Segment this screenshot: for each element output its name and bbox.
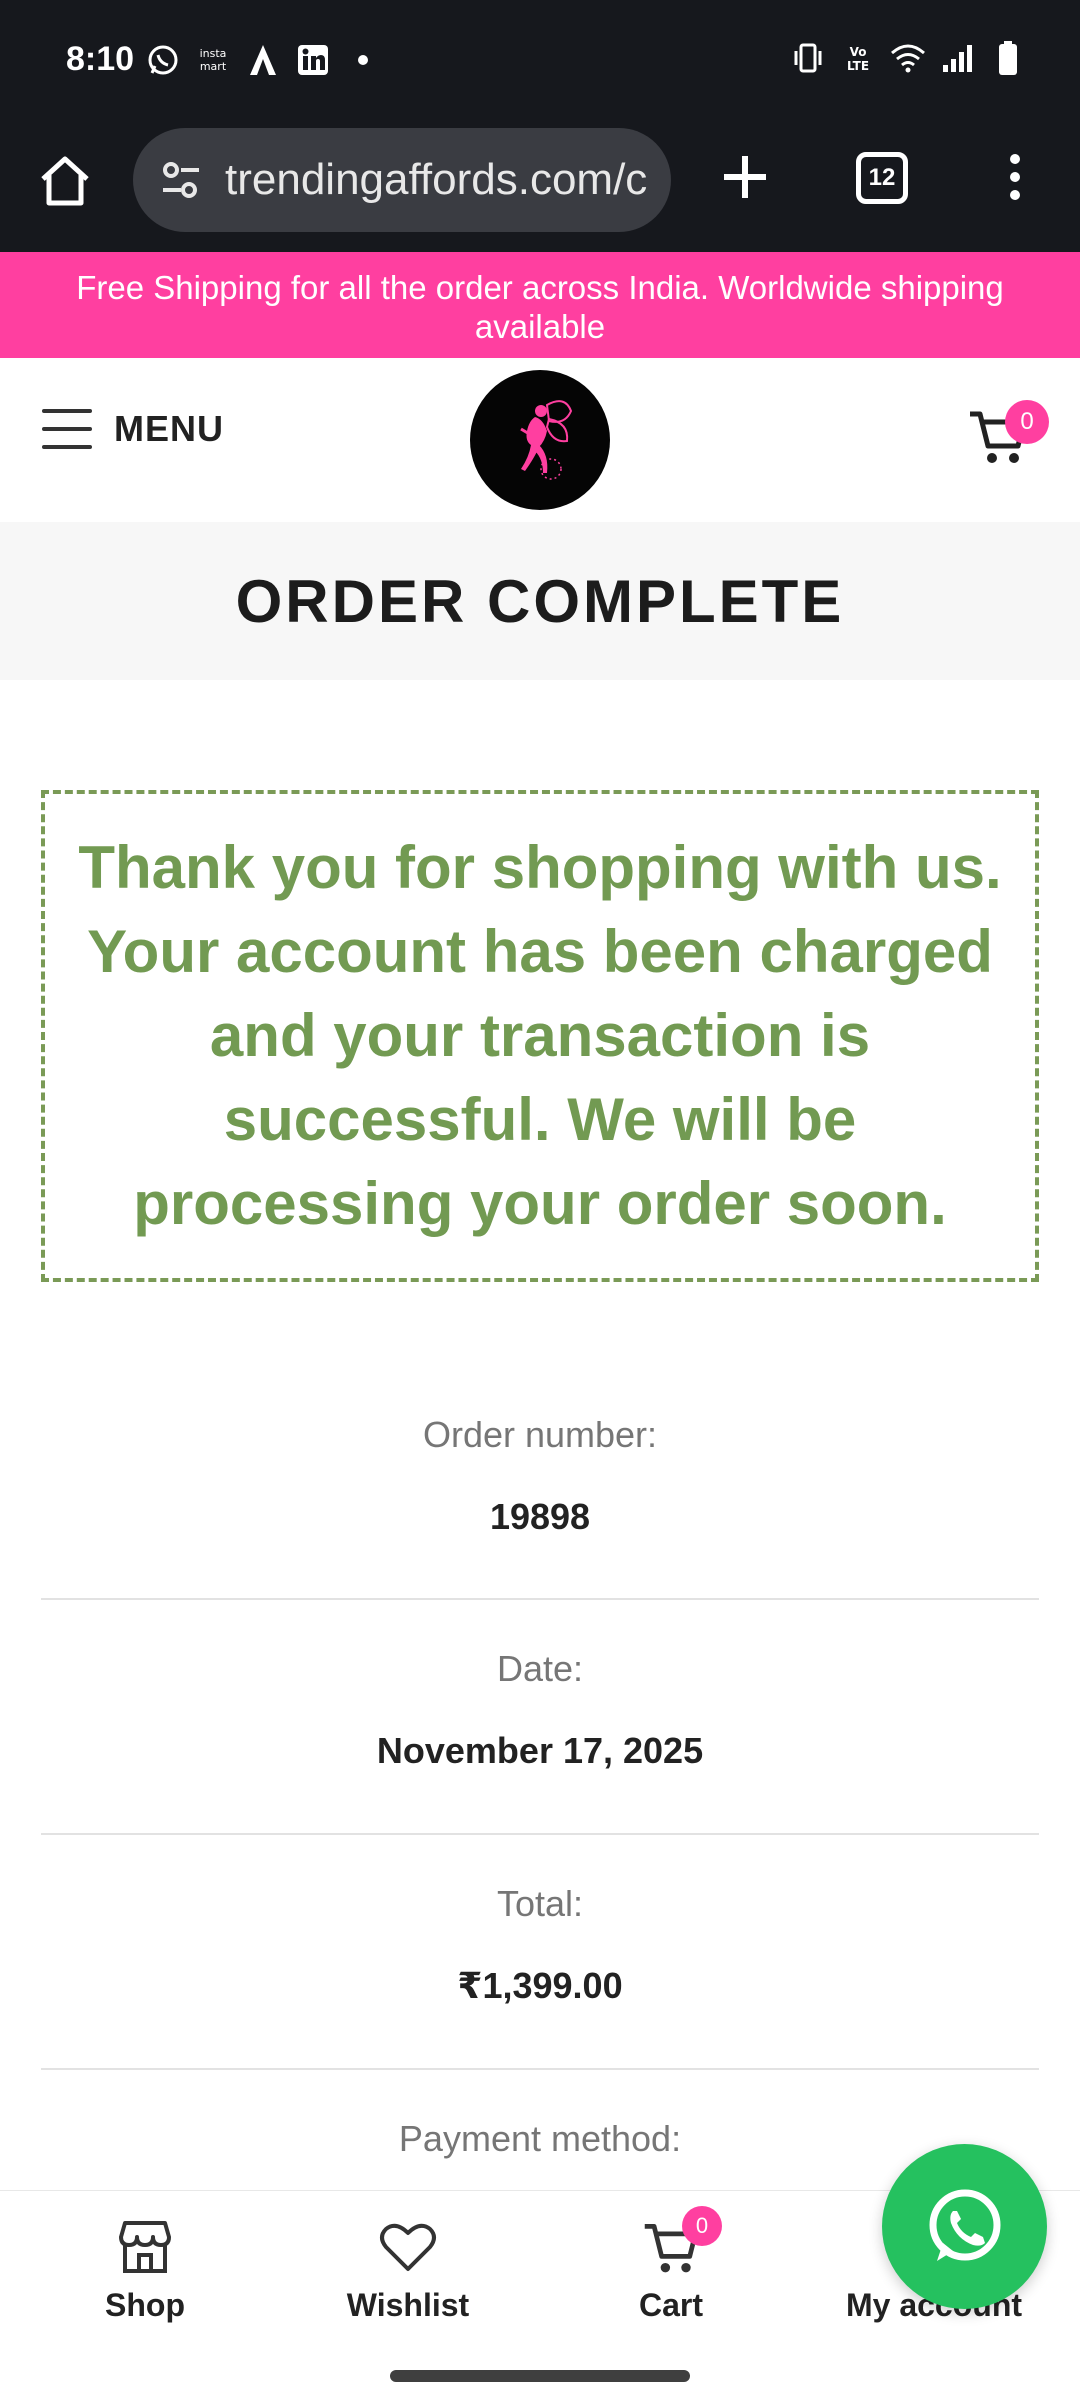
total-detail: Total: ₹1,399.00 [41, 1883, 1039, 2007]
page-title-bar: ORDER COMPLETE [0, 522, 1080, 680]
wifi-icon [890, 40, 926, 76]
browser-toolbar: trendingaffords.com/c 12 [0, 128, 1080, 252]
total-value: ₹1,399.00 [457, 1965, 623, 2006]
more-vert-icon [1010, 154, 1020, 200]
more-options-button[interactable] [990, 142, 1040, 212]
volte-icon: Vo LTE [840, 40, 876, 76]
thank-you-box: Thank you for shopping with us. Your acc… [41, 790, 1039, 1282]
divider [41, 1598, 1039, 1600]
status-bar: 8:10 insta mart Vo LTE [0, 0, 1080, 128]
site-header: MENU [0, 358, 1080, 522]
divider [41, 1833, 1039, 1835]
nav-cart-count-badge: 0 [682, 2206, 722, 2246]
whatsapp-chat-button[interactable] [882, 2144, 1047, 2309]
payment-method-detail: Payment method: [41, 2118, 1039, 2160]
order-number-value: 19898 [489, 1496, 591, 1537]
svg-text:LTE: LTE [847, 59, 869, 73]
plus-icon [724, 156, 766, 198]
thank-you-message: Thank you for shopping with us. Your acc… [78, 834, 1002, 1237]
hamburger-icon [42, 409, 92, 449]
fairy-logo-icon [520, 400, 573, 480]
nav-label-cart: Cart [638, 2287, 703, 2323]
new-tab-button[interactable] [710, 142, 780, 212]
a-app-icon [245, 42, 281, 78]
nav-item-cart[interactable]: Cart [561, 2215, 781, 2324]
status-app-icons: insta mart [145, 42, 381, 78]
home-button[interactable] [30, 146, 100, 216]
instamart-text-1: insta [200, 47, 227, 60]
instamart-icon: insta mart [195, 42, 231, 78]
site-settings-icon[interactable] [151, 150, 211, 210]
whatsapp-icon [929, 2189, 1000, 2261]
instamart-text-2: mart [200, 60, 227, 73]
divider [41, 2068, 1039, 2070]
nav-label-wishlist: Wishlist [346, 2287, 470, 2323]
shop-icon [113, 2215, 177, 2279]
home-icon [41, 156, 89, 206]
tab-switcher-button[interactable]: 12 [856, 152, 908, 204]
linkedin-icon [295, 42, 331, 78]
signal-icon [940, 40, 976, 76]
date-detail: Date: November 17, 2025 [41, 1648, 1039, 1772]
vibrate-icon [790, 40, 826, 76]
menu-label: MENU [114, 408, 224, 449]
dot-icon [345, 42, 381, 78]
promo-banner: Free Shipping for all the order across I… [0, 252, 1080, 358]
order-number-label: Order number: [422, 1414, 658, 1455]
payment-method-label: Payment method: [398, 2118, 682, 2159]
nav-label-shop: Shop [105, 2287, 185, 2323]
order-number-detail: Order number: 19898 [41, 1414, 1039, 1538]
date-label: Date: [496, 1648, 584, 1689]
address-bar[interactable]: trendingaffords.com/c [133, 128, 671, 232]
whatsapp-icon [145, 42, 181, 78]
gesture-nav-bar[interactable] [390, 2370, 690, 2382]
status-time: 8:10 [66, 40, 135, 78]
nav-item-shop[interactable]: Shop [35, 2215, 255, 2324]
svg-text:Vo: Vo [850, 45, 867, 59]
date-value: November 17, 2025 [376, 1730, 704, 1771]
nav-item-wishlist[interactable]: Wishlist [298, 2215, 518, 2324]
heart-icon [376, 2215, 440, 2279]
menu-button[interactable]: MENU [42, 408, 224, 450]
site-logo[interactable] [470, 370, 610, 510]
status-right-icons: Vo LTE [790, 40, 1026, 76]
header-cart-count-badge: 0 [1005, 400, 1049, 444]
battery-icon [990, 40, 1026, 76]
total-label: Total: [496, 1883, 584, 1924]
page-title: ORDER COMPLETE [235, 567, 845, 635]
url-text: trendingaffords.com/c [225, 155, 648, 204]
